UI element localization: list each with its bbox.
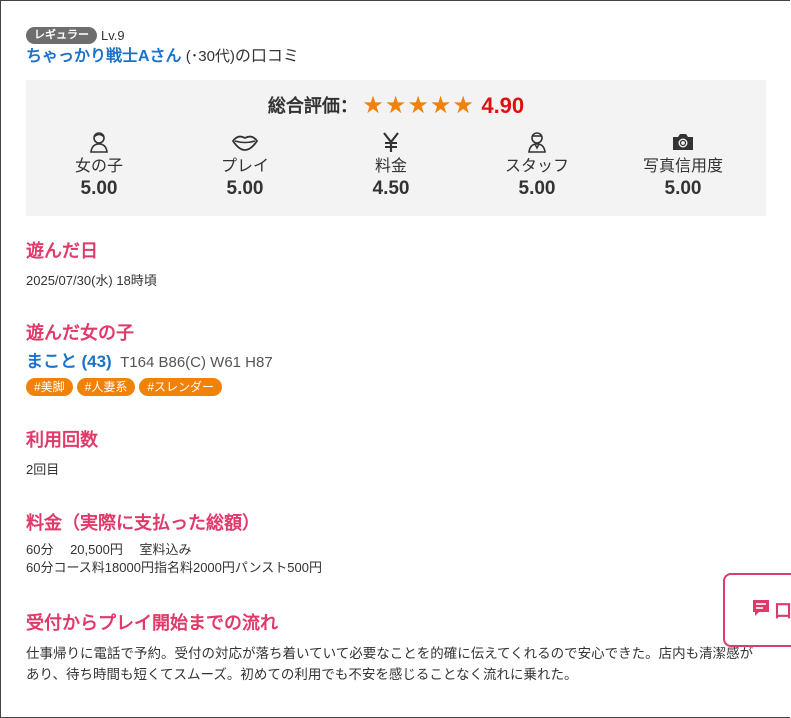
section-title: 遊んだ女の子 bbox=[26, 323, 134, 343]
visit-date-value: 2025/07/30(水) 18時頃 bbox=[26, 273, 157, 288]
reviewer-line: ちゃっかり戦士Aさん (･30代)の口コミ bbox=[26, 46, 766, 68]
girl-measurements: T164 B86(C) W61 H87 bbox=[120, 354, 273, 371]
tag-badge[interactable]: #美脚 bbox=[26, 378, 73, 396]
visit-date-section: 遊んだ日 2025/07/30(水) 18時頃 bbox=[26, 239, 766, 290]
category-label: スタッフ bbox=[504, 158, 569, 175]
yen-icon bbox=[318, 130, 464, 154]
category-label: 料金 bbox=[374, 158, 407, 175]
category-score: 5.00 bbox=[226, 178, 264, 199]
overall-rating: 総合評価： ★★★★★ 4.90 bbox=[26, 92, 766, 120]
price-summary: 60分 20,500円 室料込み bbox=[26, 542, 192, 557]
category-score: 5.00 bbox=[80, 178, 118, 199]
reviewer-age: (･30代) bbox=[181, 48, 235, 65]
section-title: 利用回数 bbox=[26, 430, 98, 450]
star-rating-icons: ★★★★★ bbox=[362, 92, 475, 119]
reviewer-level: Lv.9 bbox=[101, 27, 125, 43]
section-title: 遊んだ日 bbox=[26, 241, 98, 261]
section-title: 受付からプレイ開始までの流れ bbox=[26, 613, 278, 633]
camera-icon bbox=[610, 130, 756, 154]
girl-tags: #美脚 #人妻系 #スレンダー bbox=[26, 378, 766, 396]
usage-count: 2回目 bbox=[26, 462, 60, 477]
rating-box: 総合評価： ★★★★★ 4.90 女の子 5.00 プレイ 5.00 料金 4.… bbox=[26, 80, 766, 216]
lips-icon bbox=[172, 130, 318, 154]
category-photo-credibility: 写真信用度 5.00 bbox=[610, 130, 756, 200]
floating-button-label: 口 bbox=[774, 601, 791, 621]
flow-text: 仕事帰りに電話で予約。受付の対応が落ち着いていて必要なことを的確に伝えてくれるの… bbox=[26, 646, 754, 682]
price-section: 料金（実際に支払った総額） 60分 20,500円 室料込み 60分コース料18… bbox=[26, 511, 766, 577]
category-ratings: 女の子 5.00 プレイ 5.00 料金 4.50 スタッフ 5.00 写真信用… bbox=[26, 130, 766, 200]
reviewer-badge-row: レギュラー Lv.9 bbox=[26, 26, 766, 44]
review-content: レギュラー Lv.9 ちゃっかり戦士Aさん (･30代)の口コミ 総合評価： ★… bbox=[26, 26, 766, 685]
category-play: プレイ 5.00 bbox=[172, 130, 318, 200]
price-breakdown: 60分コース料18000円指名料2000円パンスト500円 bbox=[26, 560, 322, 575]
girl-age: (43) bbox=[81, 352, 112, 371]
review-suffix: の口コミ bbox=[234, 48, 299, 65]
category-girl: 女の子 5.00 bbox=[26, 130, 172, 200]
staff-icon bbox=[464, 130, 610, 154]
category-label: 写真信用度 bbox=[642, 158, 723, 175]
woman-icon bbox=[26, 130, 172, 154]
category-score: 4.50 bbox=[372, 178, 410, 199]
tag-badge[interactable]: #スレンダー bbox=[139, 378, 223, 396]
section-title: 料金（実際に支払った総額） bbox=[26, 513, 260, 533]
girl-info: まこと (43) T164 B86(C) W61 H87 bbox=[26, 351, 766, 374]
comment-icon bbox=[751, 598, 771, 623]
category-label: プレイ bbox=[220, 158, 269, 175]
category-score: 5.00 bbox=[518, 178, 556, 199]
reviewer-name-link[interactable]: ちゃっかり戦士Aさん bbox=[26, 48, 182, 65]
category-label: 女の子 bbox=[74, 158, 123, 175]
category-price: 料金 4.50 bbox=[318, 130, 464, 200]
category-score: 5.00 bbox=[664, 178, 702, 199]
overall-label: 総合評価： bbox=[267, 96, 358, 116]
category-staff: スタッフ 5.00 bbox=[464, 130, 610, 200]
overall-score: 4.90 bbox=[481, 93, 525, 118]
girl-section: 遊んだ女の子 まこと (43) T164 B86(C) W61 H87 #美脚 … bbox=[26, 321, 766, 396]
tag-badge[interactable]: #人妻系 bbox=[76, 378, 136, 396]
flow-section: 受付からプレイ開始までの流れ 仕事帰りに電話で予約。受付の対応が落ち着いていて必… bbox=[26, 611, 766, 685]
floating-review-button[interactable]: 口 bbox=[723, 573, 791, 647]
rank-badge: レギュラー bbox=[26, 26, 97, 44]
girl-name-link[interactable]: まこと bbox=[26, 352, 77, 371]
usage-section: 利用回数 2回目 bbox=[26, 428, 766, 479]
